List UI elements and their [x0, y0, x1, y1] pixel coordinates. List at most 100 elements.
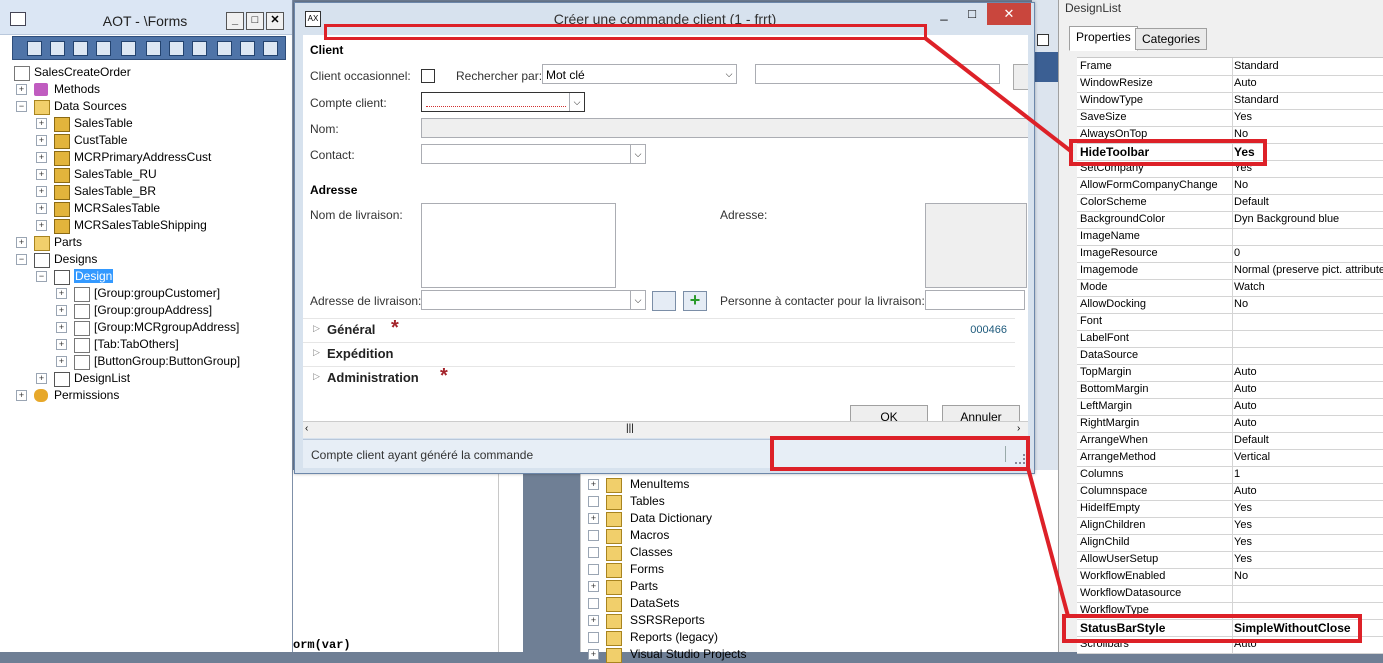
expand-icon[interactable]: +: [36, 118, 47, 129]
maximize-icon[interactable]: □: [246, 12, 264, 30]
expand-icon[interactable]: +: [36, 186, 47, 197]
expand-icon[interactable]: +: [588, 649, 599, 660]
property-row[interactable]: WorkflowDatasource: [1077, 585, 1383, 603]
property-value[interactable]: Standard: [1234, 94, 1279, 106]
collapse-icon[interactable]: −: [36, 271, 47, 282]
property-value[interactable]: 1: [1234, 468, 1240, 480]
tree-node[interactable]: + DesignList: [14, 370, 284, 387]
property-row[interactable]: WindowResize Auto: [1077, 75, 1383, 93]
tree-node[interactable]: + MCRPrimaryAddressCust: [14, 149, 284, 166]
tree-node[interactable]: + Parts: [14, 234, 284, 251]
property-row[interactable]: AlignChildren Yes: [1077, 517, 1383, 535]
property-value[interactable]: Auto: [1234, 485, 1257, 497]
personne-contact-input[interactable]: [925, 290, 1025, 310]
property-value[interactable]: Auto: [1234, 77, 1257, 89]
open-icon[interactable]: [27, 41, 42, 56]
expand-icon[interactable]: +: [16, 84, 27, 95]
property-value[interactable]: Yes: [1234, 502, 1252, 514]
property-value[interactable]: Yes: [1234, 536, 1252, 548]
property-row[interactable]: DataSource: [1077, 347, 1383, 365]
property-value[interactable]: Auto: [1234, 400, 1257, 412]
property-row[interactable]: WorkflowEnabled No: [1077, 568, 1383, 586]
property-row[interactable]: LeftMargin Auto: [1077, 398, 1383, 416]
chevron-down-icon[interactable]: ⌵: [569, 93, 584, 111]
leaf-box-icon[interactable]: [588, 598, 599, 609]
property-value[interactable]: Dyn Background blue: [1234, 213, 1339, 225]
dialog-close-icon[interactable]: ✕: [987, 3, 1031, 25]
expand-icon[interactable]: +: [588, 581, 599, 592]
minimize-icon[interactable]: _: [226, 12, 244, 30]
export-icon[interactable]: [192, 41, 207, 56]
property-row[interactable]: TopMargin Auto: [1077, 364, 1383, 382]
tree-node[interactable]: + [Group:groupAddress]: [14, 302, 284, 319]
find-icon[interactable]: [263, 41, 278, 56]
tree-node[interactable]: + SalesTable: [14, 115, 284, 132]
property-value[interactable]: Vertical: [1234, 451, 1270, 463]
tree-node[interactable]: + [Tab:TabOthers]: [14, 336, 284, 353]
property-row[interactable]: Font: [1077, 313, 1383, 331]
annuler-button[interactable]: Annuler: [942, 405, 1020, 421]
search-input[interactable]: [755, 64, 1000, 84]
collapse-icon[interactable]: −: [16, 254, 27, 265]
aot-titlebar[interactable]: AOT - \Forms _ □ ✕: [0, 0, 292, 35]
property-value[interactable]: Normal (preserve pict. attributes: [1234, 264, 1383, 276]
close-icon[interactable]: ✕: [266, 12, 284, 30]
property-value[interactable]: Default: [1234, 434, 1269, 446]
fasttab-2[interactable]: ▷ Administration *: [303, 365, 1015, 390]
property-value[interactable]: No: [1234, 298, 1248, 310]
search-button[interactable]: [1013, 64, 1028, 90]
expand-icon[interactable]: +: [56, 356, 67, 367]
property-value[interactable]: Auto: [1234, 383, 1257, 395]
tree-node[interactable]: + Permissions: [14, 387, 284, 404]
collapse-icon[interactable]: −: [16, 101, 27, 112]
property-row[interactable]: AllowDocking No: [1077, 296, 1383, 314]
property-row[interactable]: ArrangeMethod Vertical: [1077, 449, 1383, 467]
save-icon[interactable]: [73, 41, 88, 56]
property-row[interactable]: ColorScheme Default: [1077, 194, 1383, 212]
compile-icon[interactable]: [96, 41, 111, 56]
expand-icon[interactable]: +: [588, 615, 599, 626]
scroll-right-icon[interactable]: ›: [1017, 423, 1020, 434]
add-address-icon[interactable]: +: [683, 291, 707, 311]
tree-node[interactable]: + MCRSalesTable: [14, 200, 284, 217]
undo-icon[interactable]: [217, 41, 232, 56]
property-row[interactable]: ImageName: [1077, 228, 1383, 246]
property-value[interactable]: Yes: [1234, 111, 1252, 123]
expand-icon[interactable]: +: [56, 322, 67, 333]
tree-node[interactable]: + [Group:MCRgroupAddress]: [14, 319, 284, 336]
tree-node[interactable]: − Data Sources: [14, 98, 284, 115]
expand-icon[interactable]: +: [56, 305, 67, 316]
property-row[interactable]: LabelFont: [1077, 330, 1383, 348]
tree-node[interactable]: + CustTable: [14, 132, 284, 149]
tree-node[interactable]: + SalesTable_BR: [14, 183, 284, 200]
property-value[interactable]: Standard: [1234, 60, 1279, 72]
leaf-box-icon[interactable]: [588, 632, 599, 643]
expand-icon[interactable]: +: [36, 373, 47, 384]
expand-icon[interactable]: +: [36, 169, 47, 180]
scroll-left-icon[interactable]: ‹: [305, 423, 308, 434]
property-row[interactable]: RightMargin Auto: [1077, 415, 1383, 433]
tab-properties[interactable]: Properties: [1069, 26, 1138, 51]
ok-button[interactable]: OK: [850, 405, 928, 421]
property-row[interactable]: Columns 1: [1077, 466, 1383, 484]
property-row[interactable]: Imagemode Normal (preserve pict. attribut…: [1077, 262, 1383, 280]
property-value[interactable]: Yes: [1234, 553, 1252, 565]
scroll-thumb-grip-icon[interactable]: |||: [626, 423, 634, 434]
expand-icon[interactable]: +: [36, 203, 47, 214]
expand-icon[interactable]: +: [36, 135, 47, 146]
property-row[interactable]: Frame Standard: [1077, 58, 1383, 76]
property-value[interactable]: No: [1234, 179, 1248, 191]
property-row[interactable]: HideIfEmpty Yes: [1077, 500, 1383, 518]
client-occasionnel-checkbox[interactable]: [421, 69, 435, 83]
expand-icon[interactable]: +: [36, 152, 47, 163]
property-row[interactable]: AllowUserSetup Yes: [1077, 551, 1383, 569]
expand-icon[interactable]: +: [16, 390, 27, 401]
nom-livraison-textarea[interactable]: [421, 203, 616, 288]
expand-icon[interactable]: +: [36, 220, 47, 231]
property-value[interactable]: Yes: [1234, 519, 1252, 531]
leaf-box-icon[interactable]: [588, 496, 599, 507]
expand-icon[interactable]: +: [56, 339, 67, 350]
tree-node[interactable]: − Design: [14, 268, 284, 285]
property-row[interactable]: ImageResource 0: [1077, 245, 1383, 263]
dialog-minimize-icon[interactable]: _: [929, 3, 959, 25]
